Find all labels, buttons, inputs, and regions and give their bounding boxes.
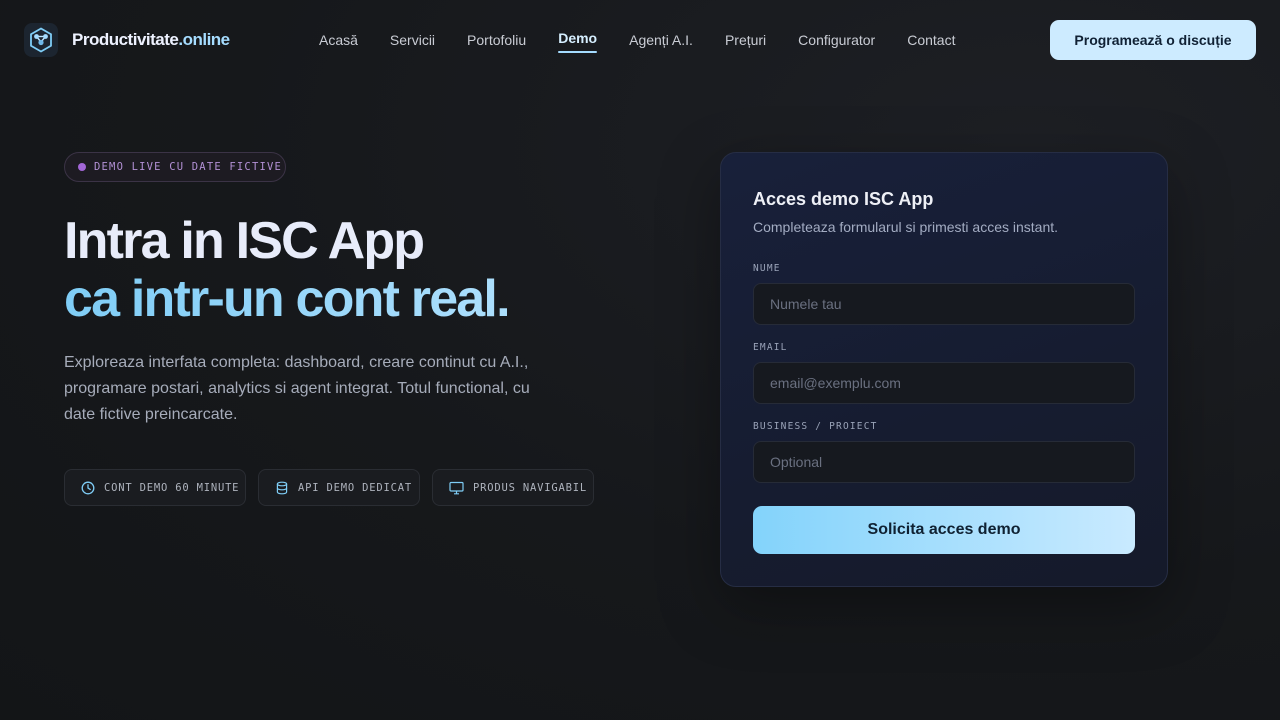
email-label: EMAIL [753, 342, 788, 353]
nav-configurator[interactable]: Configurator [798, 28, 875, 52]
nav-demo[interactable]: Demo [558, 28, 597, 53]
brand-name: Productivitate.online [72, 30, 230, 50]
name-label: NUME [753, 263, 781, 274]
request-demo-button[interactable]: Solicita acces demo [753, 506, 1135, 554]
pill-api-demo: API DEMO DEDICAT [258, 469, 420, 506]
nav-portofoliu[interactable]: Portofoliu [467, 28, 526, 52]
database-icon [276, 481, 288, 494]
pill-navigable-product: PRODUS NAVIGABIL [432, 469, 594, 506]
email-input[interactable] [753, 362, 1135, 404]
pill-demo-account: CONT DEMO 60 MINUTE [64, 469, 246, 506]
nav-preturi[interactable]: Prețuri [725, 28, 766, 52]
demo-live-badge: DEMO LIVE CU DATE FICTIVE [64, 152, 286, 182]
business-label: BUSINESS / PROIECT [753, 421, 878, 432]
name-input[interactable] [753, 283, 1135, 325]
site-header: Productivitate.online Acasă Servicii Por… [0, 0, 1280, 80]
form-title: Acces demo ISC App [753, 189, 934, 209]
nav-agenti-ai[interactable]: Agenți A.I. [629, 28, 693, 52]
logo-icon [24, 23, 58, 57]
schedule-call-button[interactable]: Programează o discuție [1050, 20, 1256, 60]
hero-title: Intra in ISC App ca intr-un cont real. [64, 212, 684, 328]
badge-label: DEMO LIVE CU DATE FICTIVE [94, 161, 283, 173]
monitor-icon [449, 481, 464, 494]
main-nav: Acasă Servicii Portofoliu Demo Agenți A.… [319, 28, 987, 54]
form-subtitle: Completeaza formularul si primesti acces… [753, 219, 1059, 235]
brand-accent: .online [178, 30, 230, 49]
nav-acasa[interactable]: Acasă [319, 28, 358, 52]
nav-contact[interactable]: Contact [907, 28, 955, 52]
pill-label: CONT DEMO 60 MINUTE [104, 481, 240, 494]
clock-icon [81, 481, 95, 494]
business-input[interactable] [753, 441, 1135, 483]
hero-title-line1: Intra in ISC App [64, 212, 425, 270]
live-dot-icon [78, 163, 86, 171]
pill-label: PRODUS NAVIGABIL [473, 481, 587, 494]
demo-access-form: Acces demo ISC App Completeaza formularu… [720, 152, 1168, 587]
pill-label: API DEMO DEDICAT [298, 481, 412, 494]
hero-description: Exploreaza interfata completa: dashboard… [64, 354, 530, 423]
nav-servicii[interactable]: Servicii [390, 28, 435, 52]
brand-main: Productivitate [72, 30, 179, 49]
logo-link[interactable]: Productivitate.online [24, 22, 230, 58]
hero-title-line2: ca intr-un cont real. [64, 270, 684, 328]
